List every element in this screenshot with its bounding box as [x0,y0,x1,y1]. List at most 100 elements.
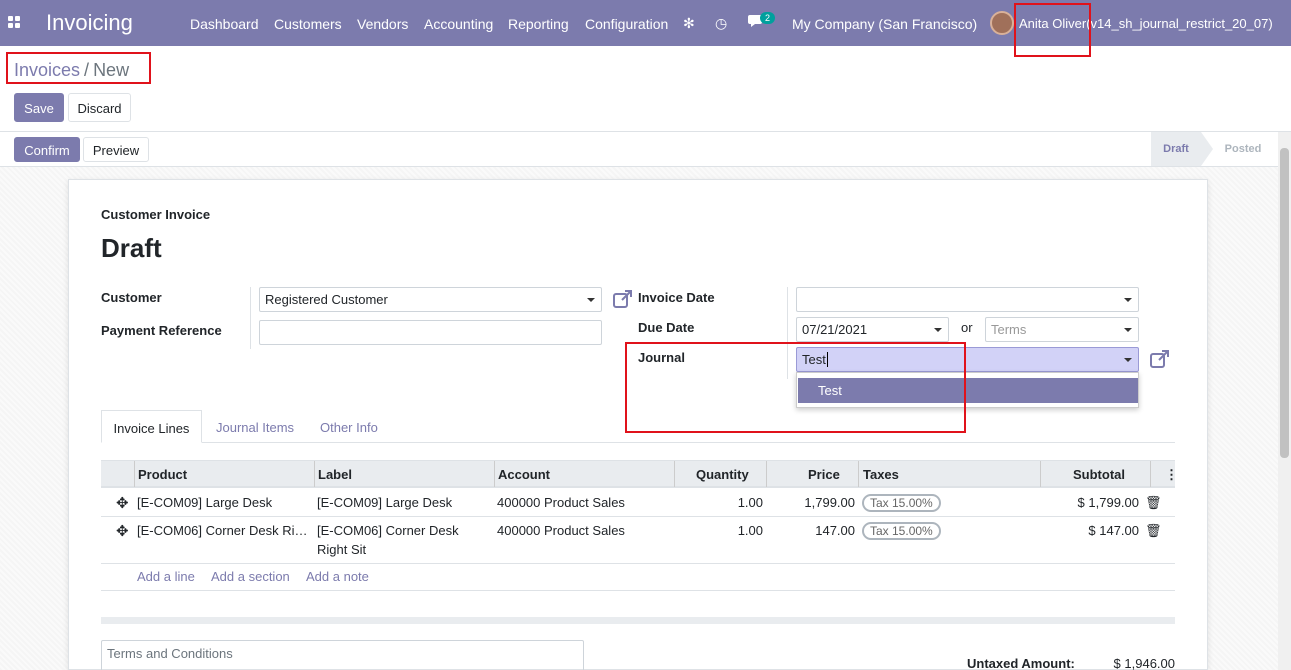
trash-icon[interactable]: 🗑 [1145,523,1162,539]
invoice-date-input[interactable] [796,287,1139,312]
company-switcher[interactable]: My Company (San Francisco) [792,16,977,32]
label-divider [250,287,251,349]
customer-select[interactable]: Registered Customer [259,287,602,312]
app-title[interactable]: Invoicing [46,10,133,36]
state-title: Draft [101,233,162,263]
col-product[interactable]: Product [138,460,187,488]
due-date-value: 07/21/2021 [802,322,868,337]
tab-journal-items[interactable]: Journal Items [216,410,294,443]
line-quantity[interactable]: 1.00 [674,523,763,538]
menu-vendors[interactable]: Vendors [357,16,408,32]
untaxed-amount-value: $ 1,946.00 [1113,656,1175,670]
due-date-label: Due Date [638,320,695,335]
database-name: (v14_sh_journal_restrict_20_07) [1086,16,1273,31]
payment-reference-input[interactable] [259,320,602,345]
lines-table-header [101,460,1175,488]
control-panel: Invoices / New Save Discard [0,46,1291,132]
col-account[interactable]: Account [498,460,550,488]
stage-arrow-icon [1201,132,1213,166]
add-section-link[interactable]: Add a section [211,569,290,584]
column-divider [134,461,135,487]
untaxed-amount-label: Untaxed Amount: [967,656,1075,670]
line-price[interactable]: 147.00 [766,523,855,538]
trash-icon[interactable]: 🗑 [1145,495,1162,511]
menu-accounting[interactable]: Accounting [424,16,493,32]
external-link-icon[interactable] [613,290,633,308]
line-label[interactable]: [E-COM09] Large Desk [317,495,489,510]
menu-reporting[interactable]: Reporting [508,16,569,32]
tab-other-info[interactable]: Other Info [320,410,378,443]
line-price[interactable]: 1,799.00 [766,495,855,510]
column-divider [766,461,767,487]
payment-terms-placeholder: Terms [991,322,1027,337]
row-divider [101,563,1175,564]
line-product[interactable]: [E-COM09] Large Desk [137,495,309,510]
drag-handle-icon[interactable]: ✥ [116,494,129,512]
column-divider [858,461,859,487]
user-avatar[interactable] [990,11,1014,35]
messages-count-badge: 2 [760,12,776,24]
chevron-down-icon [934,328,942,332]
due-date-input[interactable]: 07/21/2021 [796,317,949,342]
status-bar: Confirm Preview Draft Posted [0,132,1291,167]
menu-customers[interactable]: Customers [274,16,342,32]
top-navbar: Invoicing Dashboard Customers Vendors Ac… [0,0,1291,46]
external-link-icon[interactable] [1150,350,1170,368]
move-type-label: Customer Invoice [101,207,211,222]
or-text: or [961,320,973,335]
line-product[interactable]: [E-COM06] Corner Desk Ri… [137,523,309,538]
column-divider [1150,461,1151,487]
section-separator [101,617,1175,624]
line-label[interactable]: [E-COM06] Corner Desk [317,523,489,538]
stage-posted[interactable]: Posted [1214,132,1272,166]
invoice-date-label: Invoice Date [638,290,715,305]
column-divider [674,461,675,487]
stage-draft: Draft [1151,132,1201,166]
column-divider [314,461,315,487]
chevron-down-icon [1124,358,1132,362]
menu-configuration[interactable]: Configuration [585,16,668,32]
apps-menu-icon[interactable] [8,16,21,29]
line-subtotal: $ 1,799.00 [1077,495,1139,510]
col-price[interactable]: Price [808,460,840,488]
terms-conditions-textarea[interactable]: Terms and Conditions [101,640,584,670]
tax-badge[interactable]: Tax 15.00% [862,494,941,512]
row-divider [101,590,1175,591]
line-label-continued[interactable]: Right Sit [317,542,489,557]
column-divider [494,461,495,487]
tax-badge[interactable]: Tax 15.00% [862,522,941,540]
column-divider [1040,461,1041,487]
customer-value: Registered Customer [265,292,388,307]
clock-icon[interactable]: ◷ [715,15,727,32]
row-divider [101,516,1175,517]
line-account[interactable]: 400000 Product Sales [497,523,625,538]
chevron-down-icon [587,298,595,302]
col-subtotal[interactable]: Subtotal [1073,460,1125,488]
col-taxes[interactable]: Taxes [863,460,899,488]
highlight-box-user [1014,3,1091,57]
drag-handle-icon[interactable]: ✥ [116,522,129,540]
payment-terms-select[interactable]: Terms [985,317,1139,342]
line-quantity[interactable]: 1.00 [674,495,763,510]
chevron-down-icon [1124,328,1132,332]
highlight-box-breadcrumb [6,52,151,84]
add-note-link[interactable]: Add a note [306,569,369,584]
tab-invoice-lines[interactable]: Invoice Lines [101,410,202,443]
bug-icon[interactable]: ✻ [683,15,695,32]
payment-reference-label: Payment Reference [101,323,222,338]
line-account[interactable]: 400000 Product Sales [497,495,625,510]
col-label[interactable]: Label [318,460,352,488]
discard-button[interactable]: Discard [68,93,131,122]
chevron-down-icon [1124,298,1132,302]
menu-dashboard[interactable]: Dashboard [190,16,259,32]
confirm-button[interactable]: Confirm [14,137,80,162]
line-subtotal: $ 147.00 [1088,523,1139,538]
col-quantity[interactable]: Quantity [696,460,749,488]
save-button[interactable]: Save [14,93,64,122]
customer-label: Customer [101,290,162,305]
highlight-box-journal [625,342,966,433]
preview-button[interactable]: Preview [83,137,149,162]
scrollbar-thumb[interactable] [1280,148,1289,458]
add-line-link[interactable]: Add a line [137,569,195,584]
column-options-icon[interactable]: ⋮ [1165,460,1178,488]
